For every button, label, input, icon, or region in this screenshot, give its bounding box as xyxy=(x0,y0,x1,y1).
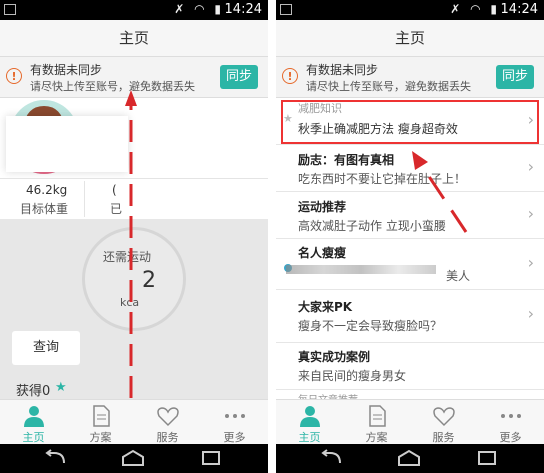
home-nav-icon[interactable] xyxy=(120,449,146,467)
document-icon xyxy=(93,405,110,427)
home-nav-icon[interactable] xyxy=(396,449,422,467)
screen-separator xyxy=(268,0,276,473)
more-dots-icon xyxy=(225,414,245,418)
tab-plan-label: 方案 xyxy=(89,431,112,444)
recent-apps-icon[interactable] xyxy=(198,449,224,467)
tab-home[interactable]: 主页 xyxy=(0,400,67,445)
tab-more-label: 更多 xyxy=(223,431,246,444)
more-dots-icon xyxy=(501,414,521,418)
tab-plan[interactable]: 方案 xyxy=(343,400,410,445)
bottom-tab-bar: 主页 方案 服务 更多 xyxy=(276,399,544,445)
right-phone-screen: ✗ ◠ ▮ 14:24 主页 ! 有数据未同步 请尽快上传至账号，避免数据丢失 … xyxy=(276,0,544,473)
heart-icon xyxy=(157,407,179,427)
tab-service-label: 服务 xyxy=(156,431,179,444)
heart-icon xyxy=(433,407,455,427)
tab-service-label: 服务 xyxy=(432,431,455,444)
pointer-arrow xyxy=(412,151,468,233)
tab-service[interactable]: 服务 xyxy=(410,400,477,445)
tab-plan[interactable]: 方案 xyxy=(67,400,134,445)
tab-plan-label: 方案 xyxy=(365,431,388,444)
document-icon xyxy=(369,405,386,427)
tab-service[interactable]: 服务 xyxy=(134,400,201,445)
android-nav-bar xyxy=(276,444,544,473)
tab-more[interactable]: 更多 xyxy=(477,400,544,445)
tab-home-label: 主页 xyxy=(298,431,321,444)
back-icon[interactable] xyxy=(318,449,344,467)
tab-home[interactable]: 主页 xyxy=(276,400,343,445)
left-phone-screen: ✗ ◠ ▮ 14:24 主页 ! 有数据未同步 请尽快上传至账号，避免数据丢失 … xyxy=(0,0,268,473)
tab-home-label: 主页 xyxy=(22,431,45,444)
recent-apps-icon[interactable] xyxy=(474,449,500,467)
person-icon xyxy=(24,406,44,427)
swipe-up-arrow xyxy=(125,90,137,398)
android-nav-bar xyxy=(0,444,268,473)
back-icon[interactable] xyxy=(42,449,68,467)
person-icon xyxy=(300,406,320,427)
tab-more[interactable]: 更多 xyxy=(201,400,268,445)
tab-more-label: 更多 xyxy=(499,431,522,444)
bottom-tab-bar: 主页 方案 服务 更多 xyxy=(0,399,268,445)
